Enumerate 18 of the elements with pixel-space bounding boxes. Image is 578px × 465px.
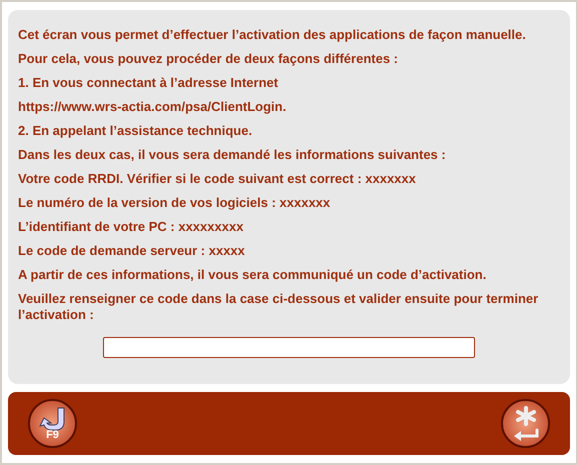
- asterisk-enter-icon: [512, 406, 540, 442]
- back-button[interactable]: F9: [28, 399, 77, 448]
- instruction-text: Dans les deux cas, il vous sera demandé les informations suivantes :: [18, 147, 447, 163]
- instruction-text: 2. En appelant l’assistance technique.: [18, 123, 254, 139]
- instruction-text: Pour cela, vous pouvez procéder de deux façons différentes :: [18, 51, 399, 67]
- activation-code-field[interactable]: [103, 337, 475, 358]
- validate-button[interactable]: [501, 399, 550, 448]
- instruction-text: 1. En vous connectant à l’adresse Internet: [18, 75, 280, 91]
- instruction-text: Le numéro de la version de vos logiciels : xxxxxxx: [18, 195, 332, 211]
- instruction-text: Veuillez renseigner ce code dans la case ci-dessous et valider ensuite pour terminer l’activation :: [18, 291, 540, 323]
- instruction-text: Votre code RRDI. Vérifier si le code suivant est correct : xxxxxxx: [18, 171, 417, 187]
- instruction-text: A partir de ces informations, il vous sera communiqué un code d’activation.: [18, 267, 488, 283]
- key-label: F9: [46, 430, 59, 440]
- instruction-text: Le code de demande serveur : xxxxx: [18, 243, 246, 259]
- return-arrow-icon: [38, 406, 68, 430]
- instruction-text: https://www.wrs-actia.com/psa/ClientLogin.: [18, 99, 288, 115]
- instruction-text: Cet écran vous permet d’effectuer l’activation des applications de façon manuelle.: [18, 27, 527, 43]
- instruction-text: L’identifiant de votre PC : xxxxxxxxx: [18, 219, 244, 235]
